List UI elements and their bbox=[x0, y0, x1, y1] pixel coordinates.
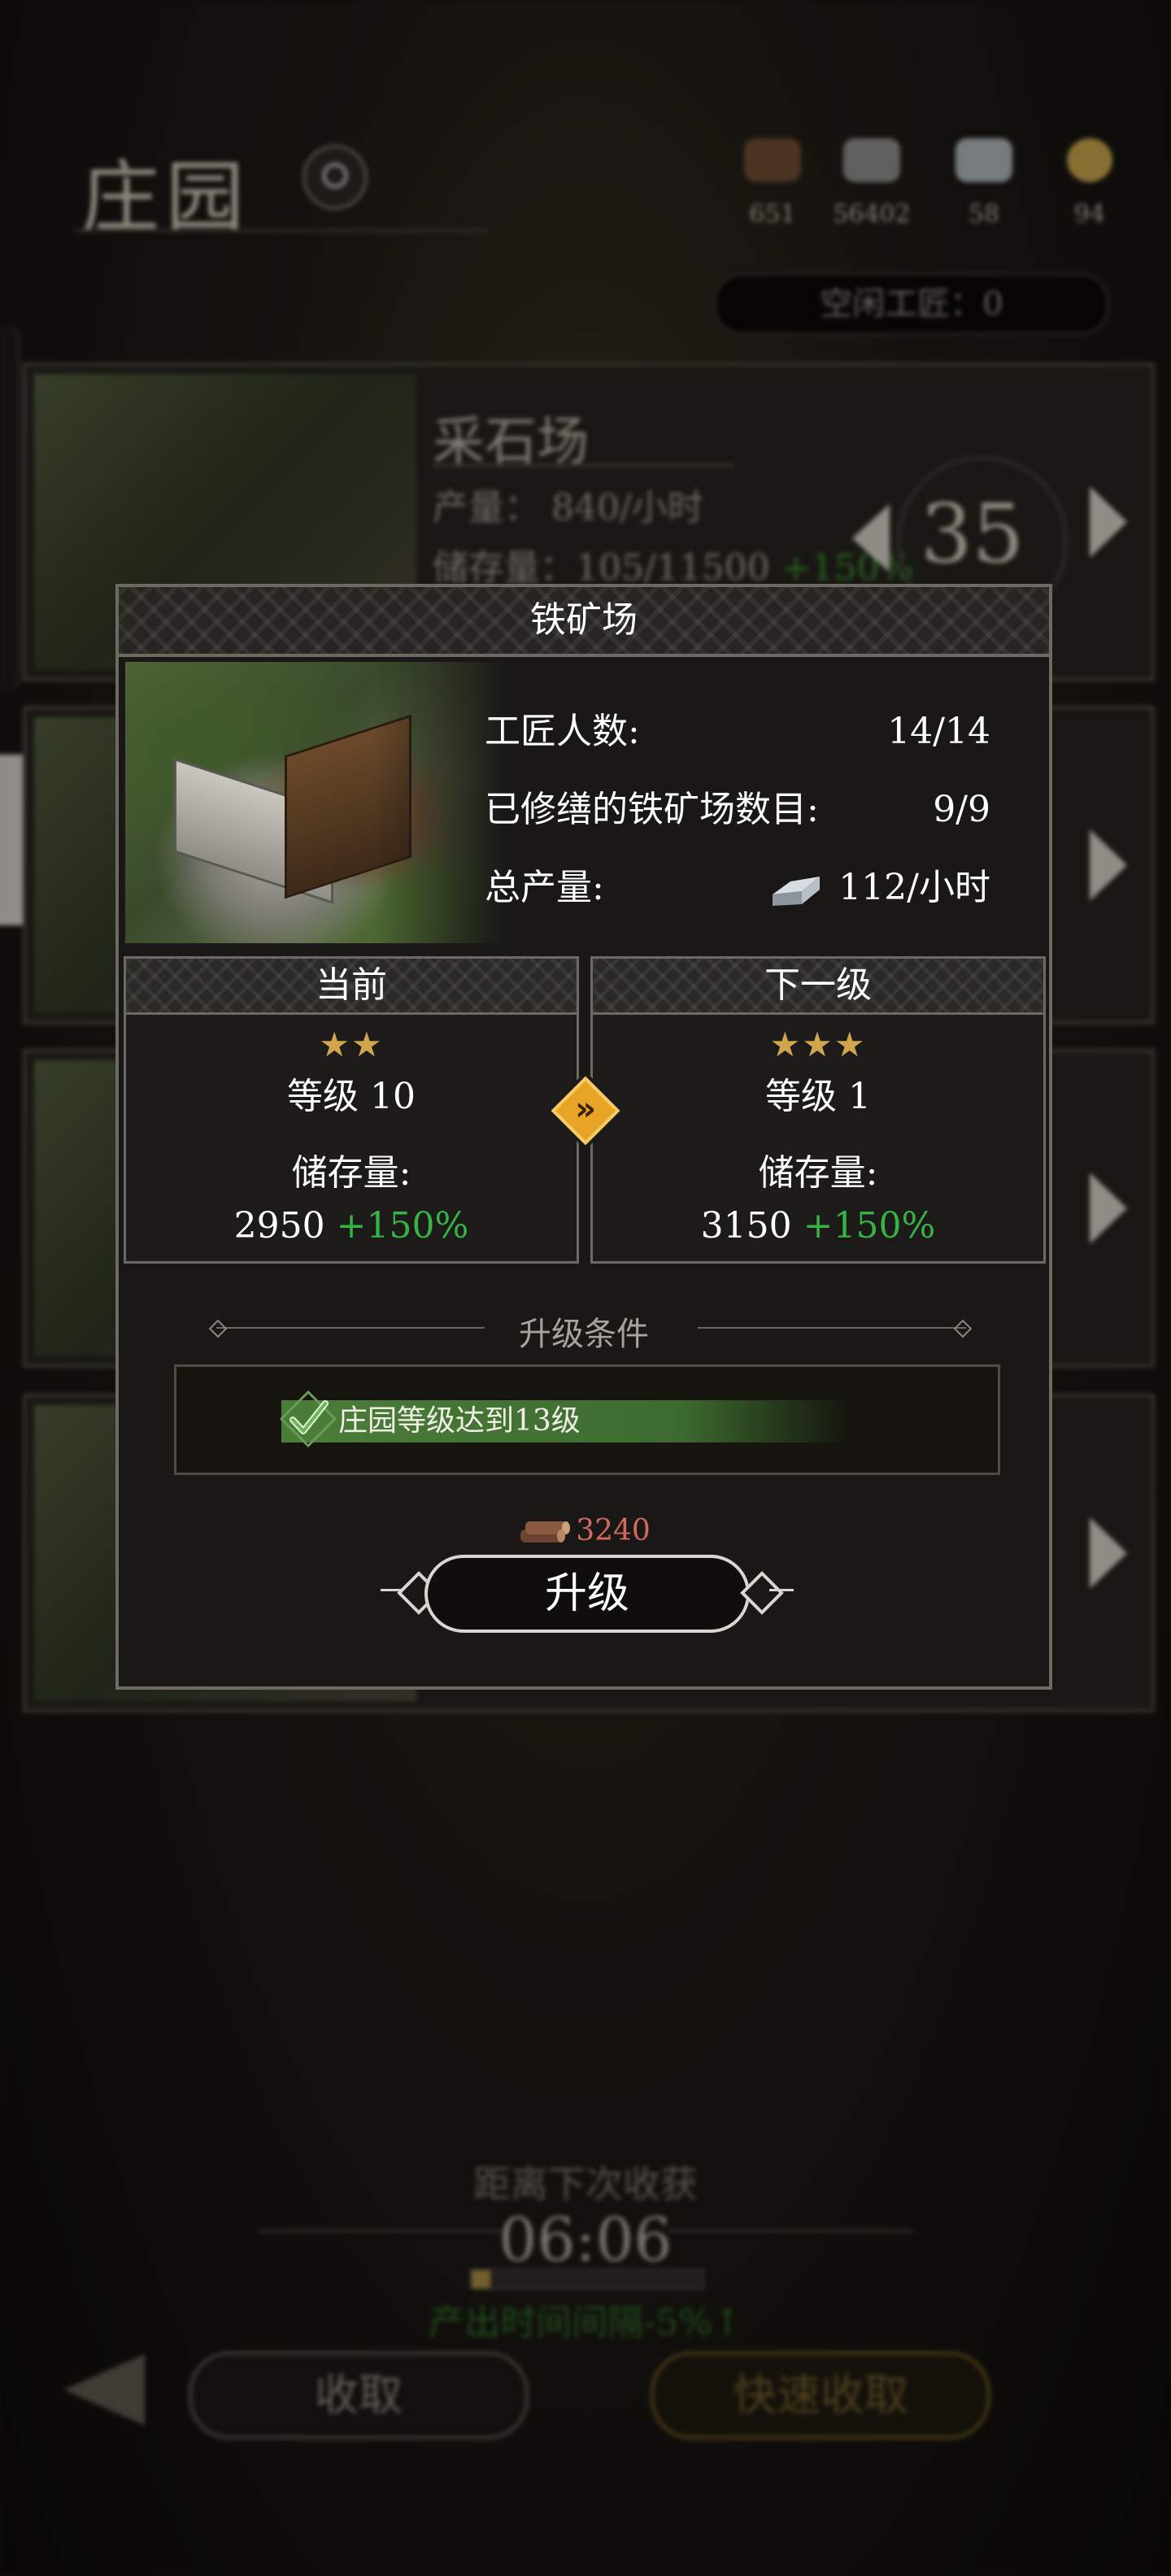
upgrade-button[interactable]: 升级 bbox=[424, 1555, 750, 1633]
workers-value: 14/14 bbox=[887, 711, 990, 752]
current-storage-bonus: +150% bbox=[336, 1205, 469, 1247]
repaired-value: 9/9 bbox=[933, 789, 990, 830]
next-level-panel: 下一级 ★★★ 等级 1 储存量: 3150 +150% bbox=[590, 956, 1046, 1264]
double-chevron-icon: » bbox=[575, 1090, 596, 1128]
upgrade-cost-value: 3240 bbox=[576, 1514, 651, 1547]
conditions-divider-right bbox=[698, 1327, 966, 1329]
dialog-title: 铁矿场 bbox=[119, 587, 1049, 657]
workers-row: 工匠人数: 14/14 bbox=[485, 707, 990, 756]
current-storage-value: 2950 +150% bbox=[233, 1205, 469, 1247]
building-upgrade-dialog: 铁矿场 工匠人数: 14/14 已修缮的铁矿场数目: 9/9 总产量: 112/… bbox=[115, 584, 1052, 1690]
repaired-row: 已修缮的铁矿场数目: 9/9 bbox=[485, 785, 990, 834]
upgrade-cost: 3240 bbox=[119, 1511, 1049, 1551]
iron-ingot-icon bbox=[773, 877, 820, 906]
star-icon: ★ bbox=[319, 1025, 351, 1064]
total-production-value: 112/小时 bbox=[838, 867, 990, 908]
repaired-label: 已修缮的铁矿场数目: bbox=[485, 789, 819, 830]
current-panel-header: 当前 bbox=[126, 959, 577, 1015]
iron-mine-image bbox=[125, 662, 504, 943]
next-stars: ★★★ bbox=[593, 1026, 1043, 1064]
current-level: 等级 10 bbox=[287, 1076, 416, 1117]
next-storage-bonus: +150% bbox=[803, 1205, 936, 1247]
wood-icon bbox=[520, 1521, 571, 1543]
star-icon: ★ bbox=[769, 1025, 803, 1064]
total-production-label: 总产量: bbox=[485, 867, 604, 908]
next-storage-label: 储存量: bbox=[758, 1152, 878, 1194]
current-level-panel: 当前 ★★ 等级 10 储存量: 2950 +150% bbox=[124, 956, 579, 1264]
star-icon: ★ bbox=[351, 1025, 384, 1064]
current-stars: ★★ bbox=[126, 1026, 577, 1064]
conditions-title: 升级条件 bbox=[519, 1316, 649, 1353]
total-production-row: 总产量: 112/小时 bbox=[485, 864, 990, 912]
check-icon bbox=[279, 1390, 337, 1448]
workers-label: 工匠人数: bbox=[485, 711, 640, 752]
star-icon: ★ bbox=[802, 1025, 834, 1064]
next-storage-value: 3150 +150% bbox=[700, 1205, 936, 1247]
current-storage-label: 储存量: bbox=[291, 1152, 411, 1194]
next-panel-header: 下一级 bbox=[593, 959, 1043, 1015]
star-icon: ★ bbox=[834, 1025, 867, 1064]
condition-text: 庄园等级达到13级 bbox=[338, 1404, 581, 1438]
next-level: 等级 1 bbox=[765, 1076, 871, 1117]
